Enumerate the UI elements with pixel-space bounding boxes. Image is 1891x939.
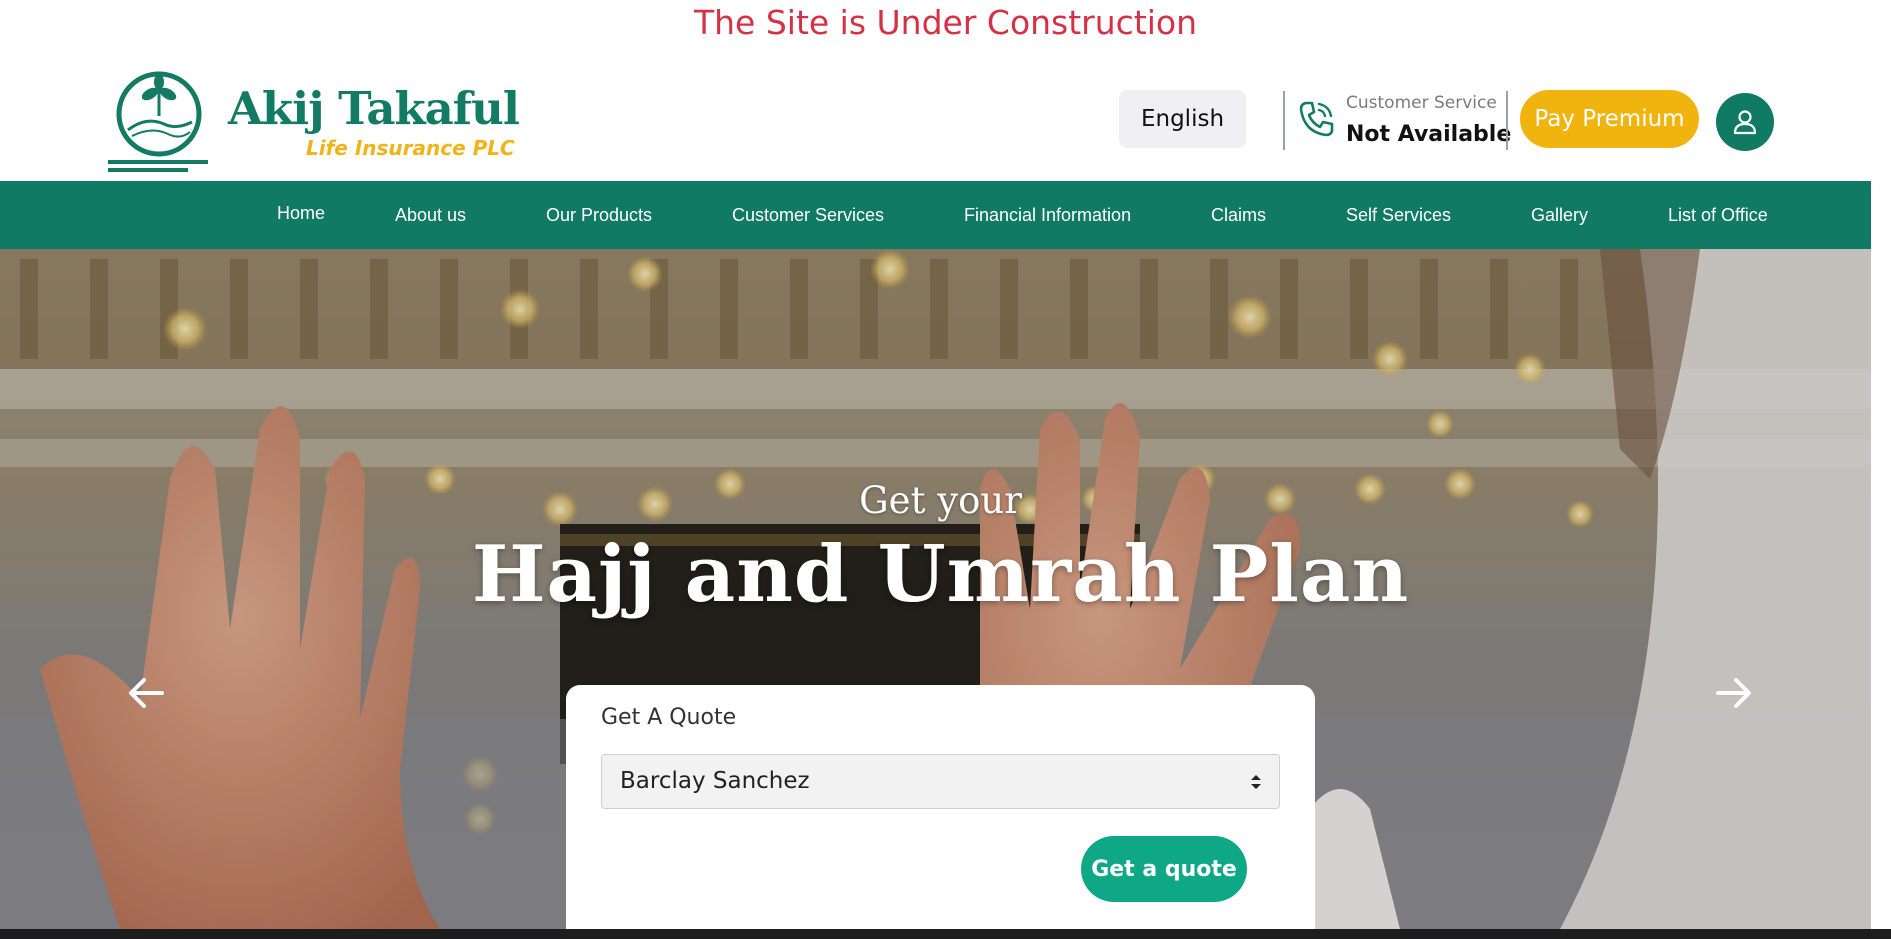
customer-service-label: Customer Service [1346,93,1497,113]
phone-icon [1299,101,1334,137]
plan-select[interactable]: Barclay Sanchez [601,754,1280,809]
nav-item-list-of-office[interactable]: List of Office [1668,181,1768,249]
header-divider [1506,91,1508,150]
brand-name: Akij Takaful [228,82,520,135]
select-caret-icon [1251,775,1261,789]
hero-title: Hajj and Umrah Plan [471,529,1410,620]
under-construction-banner: The Site is Under Construction [693,3,1198,42]
pay-premium-button[interactable]: Pay Premium [1520,90,1699,148]
page-edge [1871,0,1891,939]
brand-logo[interactable]: Akij Takaful Life Insurance PLC [106,64,520,180]
language-button[interactable]: English [1119,90,1246,148]
nav-item-gallery[interactable]: Gallery [1531,181,1588,249]
nav-item-about-us[interactable]: About us [395,181,466,249]
nav-item-our-products[interactable]: Our Products [546,181,652,249]
nav-item-home[interactable]: Home [277,179,325,247]
user-icon [1733,110,1757,135]
os-taskbar [0,929,1891,939]
quote-card: Get A Quote Barclay Sanchez Get a quote [566,685,1315,929]
get-quote-button[interactable]: Get a quote [1081,836,1247,902]
user-account-button[interactable] [1716,93,1774,151]
akij-takaful-emblem-icon [108,71,208,172]
hero-pretitle: Get your [859,479,1022,522]
customer-service-value: Not Available [1346,122,1512,147]
nav-item-claims[interactable]: Claims [1211,181,1266,249]
main-nav: Home About us Our Products Customer Serv… [0,181,1891,249]
nav-item-self-services[interactable]: Self Services [1346,181,1451,249]
nav-item-customer-services[interactable]: Customer Services [732,181,884,249]
arrow-right-icon[interactable] [1714,673,1754,713]
arrow-left-icon[interactable] [126,673,166,713]
quote-label: Get A Quote [601,705,737,730]
header-divider [1283,91,1285,150]
nav-item-financial-information[interactable]: Financial Information [964,181,1131,249]
plan-select-value: Barclay Sanchez [620,768,810,794]
brand-subtitle: Life Insurance PLC [306,136,515,160]
hero-carousel: Get your Hajj and Umrah Plan Get A Quote… [0,249,1891,929]
